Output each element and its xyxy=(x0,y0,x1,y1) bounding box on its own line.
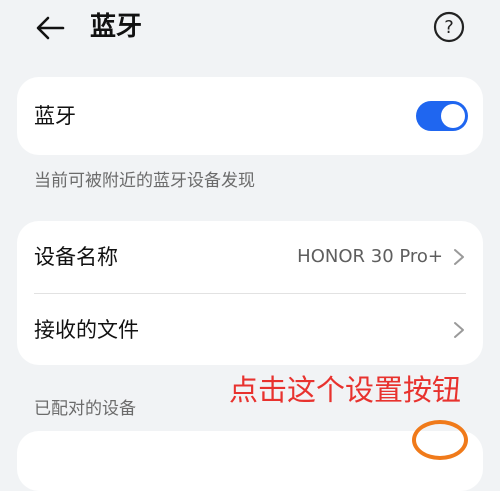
device-name-value: HONOR 30 Pro+ xyxy=(297,246,443,267)
device-name-row[interactable]: 设备名称 HONOR 30 Pro+ xyxy=(17,221,483,293)
toggle-knob xyxy=(441,104,465,128)
bluetooth-toggle[interactable] xyxy=(416,101,468,131)
bluetooth-label: 蓝牙 xyxy=(34,104,76,128)
help-glyph: ? xyxy=(444,17,454,38)
discoverable-hint: 当前可被附近的蓝牙设备发现 xyxy=(34,171,255,191)
chevron-right-icon xyxy=(454,322,464,338)
received-files-label: 接收的文件 xyxy=(34,318,139,342)
help-button[interactable]: ? xyxy=(433,11,465,43)
device-settings-card: 设备名称 HONOR 30 Pro+ 接收的文件 xyxy=(17,221,483,365)
top-bar: 蓝牙 ? xyxy=(0,0,500,56)
arrow-left-icon xyxy=(36,16,65,40)
help-circle-icon: ? xyxy=(433,11,465,43)
paired-devices-section-label: 已配对的设备 xyxy=(34,399,136,419)
back-button[interactable] xyxy=(30,8,70,48)
page-title: 蓝牙 xyxy=(90,12,143,42)
device-name-label: 设备名称 xyxy=(34,245,118,269)
annotation-text: 点击这个设置按钮 xyxy=(229,373,462,407)
highlight-circle xyxy=(412,420,468,460)
received-files-row[interactable]: 接收的文件 xyxy=(17,294,483,366)
bluetooth-card: 蓝牙 xyxy=(17,77,483,155)
chevron-right-icon xyxy=(454,249,464,265)
